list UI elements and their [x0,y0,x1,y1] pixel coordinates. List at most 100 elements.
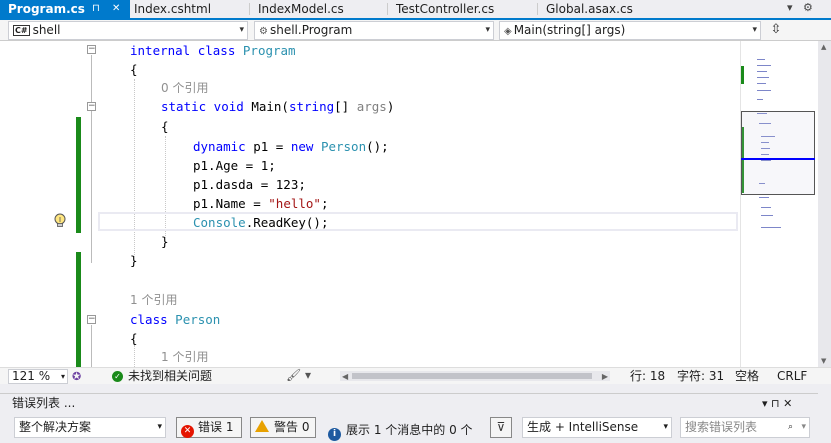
messages-count: 展示 1 个消息中的 0 个 [346,423,473,437]
class-icon: ⚙ [259,26,268,37]
string-literal: "hello" [268,196,321,211]
code-token: (); [366,139,389,154]
keyword: static void [161,99,244,114]
search-icon: ⌕ [787,422,793,432]
copilot-icon[interactable]: ✪ [72,369,81,384]
class-dropdown[interactable]: ⚙ shell.Program ▾ [254,21,494,40]
error-list-toolbar: 整个解决方案 ▾ ✕ 错误 1 警告 0 i 展示 1 个消息中的 0 个 ⊽ 生成… [0,413,818,443]
tab-program-cs[interactable]: Program.cs ⊓ ✕ [0,0,130,18]
column-indicator[interactable]: 字符: 31 [677,369,724,384]
zoom-level: 121 % [12,369,51,383]
type-name: Person [175,312,221,327]
navigation-bar: C# shell ▾ ⚙ shell.Program ▾ ◈ Main(string[… [0,20,831,41]
indent-guide [134,345,135,367]
chevron-down-icon: ▾ [157,422,162,432]
close-icon[interactable]: ✕ [112,0,120,18]
line-indicator[interactable]: 行: 18 [630,369,665,384]
code-cleanup-icon[interactable]: 🖌 ▾ [286,368,311,383]
source-value: 生成 + IntelliSense [527,420,639,434]
editor-status-bar: 121 % ▾ ✪ ✓ 未找到相关问题 🖌 ▾ ◀ ▶ 行: 18 字符: 31… [0,367,831,384]
scroll-down-icon[interactable]: ▼ [821,357,826,365]
pin-icon[interactable]: ⊓ [92,0,100,18]
error-list-titlebar: 错误列表 ... ▾ ⊓ ✕ [0,393,818,413]
minimap-viewport[interactable] [741,111,815,195]
scrollbar-thumb[interactable] [352,373,592,379]
check-circle-icon: ✓ [112,371,123,382]
warnings-filter-button[interactable]: 警告 0 [250,417,316,438]
parameter: args [356,99,387,114]
info-icon: i [328,428,341,441]
code-token: p1.Name = [193,196,269,211]
code-token: .ReadKey(); [245,215,329,230]
zoom-dropdown[interactable]: 121 % ▾ [8,369,68,384]
code-line: static void Main(string[] args) [161,97,394,116]
code-line: Console.ReadKey(); [193,213,328,232]
reference-count: 0 个引用 [161,81,209,95]
reference-count: 1 个引用 [130,293,178,307]
collapse-method-toggle[interactable]: − [87,102,96,111]
tab-testcontroller-cs[interactable]: TestController.cs [388,0,538,18]
tab-label: Program.cs [8,2,85,16]
warnings-count: 警告 0 [274,420,310,434]
chevron-down-icon: ▾ [239,25,244,35]
project-name: shell [32,23,61,37]
vertical-scrollbar[interactable]: ▲ ▼ [818,41,831,367]
keyword: internal class [130,43,236,58]
whitespace-indicator[interactable]: 空格 [735,369,759,384]
collapse-class-toggle[interactable]: − [87,45,96,54]
code-lens-references[interactable]: 0 个引用 [161,78,208,98]
type-name: Program [242,43,296,58]
side-panel-edge [818,384,831,443]
issues-status[interactable]: 未找到相关问题 [128,369,212,384]
reference-count: 1 个引用 [161,350,209,364]
gear-icon[interactable]: ⚙ [803,1,813,14]
chevron-down-icon: ▾ [752,25,757,35]
scroll-right-icon[interactable]: ▶ [602,369,608,384]
keyword: string [288,99,335,114]
horizontal-scrollbar[interactable]: ◀ ▶ [340,371,610,381]
search-error-list-input[interactable]: 搜索错误列表 ⌕ ▾ [680,417,810,438]
scope-dropdown[interactable]: 整个解决方案 ▾ [14,417,166,438]
code-token: ; [320,196,329,211]
panel-controls[interactable]: ▾ ⊓ ✕ [762,394,792,413]
chevron-down-icon: ▾ [60,372,65,381]
outline-line [91,325,92,367]
code-line: } [130,253,138,268]
error-list-title: 错误列表 ... [12,396,76,410]
code-token: [] [334,99,350,114]
keyword: dynamic [193,139,246,154]
code-token: ) [386,99,395,114]
tab-list-dropdown-icon[interactable]: ▾ [787,1,793,14]
code-minimap[interactable] [740,41,818,367]
line-ending-indicator[interactable]: CRLF [777,369,807,384]
scroll-up-icon[interactable]: ▲ [821,43,826,51]
member-dropdown[interactable]: ◈ Main(string[] args) ▾ [499,21,761,40]
code-lens-references[interactable]: 1 个引用 [130,290,177,310]
tab-indexmodel-cs[interactable]: IndexModel.cs [250,0,388,18]
code-editor[interactable]: − − − internal class Program { 0 个引用 sta… [0,41,740,367]
filter-icon[interactable]: ⊽ [490,417,512,438]
code-token: p1 = [245,139,291,154]
scroll-left-icon[interactable]: ◀ [342,369,348,384]
split-window-icon[interactable]: ⇳ [766,22,786,38]
project-dropdown[interactable]: C# shell ▾ [8,21,248,40]
method-icon: ◈ [504,26,512,37]
messages-filter-button[interactable]: i 展示 1 个消息中的 0 个 [328,421,473,441]
tab-index-cshtml[interactable]: Index.cshtml [126,0,250,18]
search-placeholder: 搜索错误列表 [685,420,758,434]
lightbulb-icon[interactable] [53,213,67,229]
change-indicator [76,252,81,367]
chevron-down-icon: ▾ [485,25,490,35]
change-indicator [76,117,81,233]
source-dropdown[interactable]: 生成 + IntelliSense ▾ [522,417,672,438]
tab-label: Global.asax.cs [546,2,633,16]
code-lens-references[interactable]: 1 个引用 [161,347,208,367]
code-line: } [161,234,169,249]
tab-global-asax-cs[interactable]: Global.asax.cs [538,0,678,18]
minimap-caret-marker [741,158,815,160]
keyword: new [290,139,314,154]
collapse-class-toggle[interactable]: − [87,315,96,324]
scope-value: 整个解决方案 [19,420,92,434]
outline-line [91,55,92,263]
errors-filter-button[interactable]: ✕ 错误 1 [176,417,242,438]
